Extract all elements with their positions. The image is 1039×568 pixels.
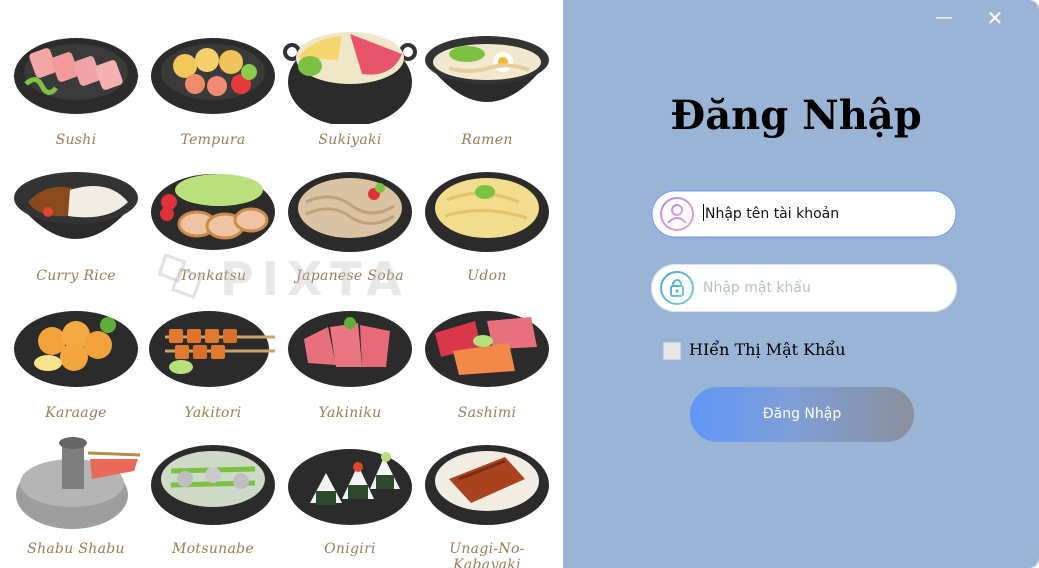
dish-label: Sashimi (457, 405, 517, 421)
dish-udon: Udon (419, 150, 555, 286)
dish-karaage: Karaage (8, 287, 144, 423)
dish-onigiri: Onigiri (282, 423, 418, 559)
dish-sukiyaki: Sukiyaki (282, 14, 418, 150)
text-caret (703, 204, 704, 221)
lock-icon (660, 271, 694, 305)
dish-label: Yakiniku (318, 405, 382, 421)
dish-label: Udon (467, 268, 507, 284)
dish-sushi: Sushi (8, 14, 144, 150)
dish-label: Sukiyaki (318, 132, 382, 148)
close-button[interactable]: ✕ (983, 6, 1007, 30)
dish-curry-rice: Curry Rice (8, 150, 144, 286)
login-button[interactable]: Đăng Nhập (690, 387, 914, 442)
dish-label: Tempura (180, 132, 246, 148)
dish-unagi-no-kabayaki: Unagi-No-Kabayaki (419, 423, 555, 568)
dish-motsunabe: Motsunabe (145, 423, 281, 559)
dish-label: Karaage (45, 405, 107, 421)
dish-label: Ramen (461, 132, 513, 148)
dish-label: Onigiri (324, 541, 376, 557)
watermark-text: PIXTA (220, 252, 410, 306)
watermark-logo-icon (158, 253, 204, 300)
dish-tempura: Tempura (145, 14, 281, 150)
username-field[interactable]: Nhập tên tài khoản (651, 190, 957, 238)
username-text: Nhập tên tài khoản (705, 206, 840, 222)
show-password-checkbox[interactable] (663, 342, 681, 360)
minimize-button[interactable]: — (932, 6, 956, 30)
username-input[interactable]: Nhập tên tài khoản (703, 190, 839, 238)
dish-shabu-shabu: Shabu Shabu (8, 423, 144, 559)
dish-label: Motsunabe (172, 541, 254, 557)
show-password-label[interactable]: HIển Thị Mật Khẩu (689, 340, 846, 359)
login-panel: — ✕ Đăng Nhập Nhập tên tài khoản Nhập mậ… (563, 0, 1039, 568)
password-field[interactable]: Nhập mật khẩu (651, 264, 957, 312)
dish-sashimi: Sashimi (419, 287, 555, 423)
login-title: Đăng Nhập (670, 92, 922, 139)
dish-ramen: Ramen (419, 14, 555, 150)
dish-yakiniku: Yakiniku (282, 287, 418, 423)
dish-label: Unagi-No-Kabayaki (449, 541, 525, 568)
food-gallery-image: Sushi Tempura Sukiyaki Ramen Curry Rice … (0, 0, 562, 568)
dish-label: Yakitori (184, 405, 242, 421)
password-input[interactable]: Nhập mật khẩu (703, 264, 811, 312)
dish-yakitori: Yakitori (145, 287, 281, 423)
dish-label: Shabu Shabu (27, 541, 125, 557)
dish-label: Curry Rice (36, 268, 116, 284)
dish-label: Sushi (55, 132, 97, 148)
user-icon (660, 197, 694, 231)
